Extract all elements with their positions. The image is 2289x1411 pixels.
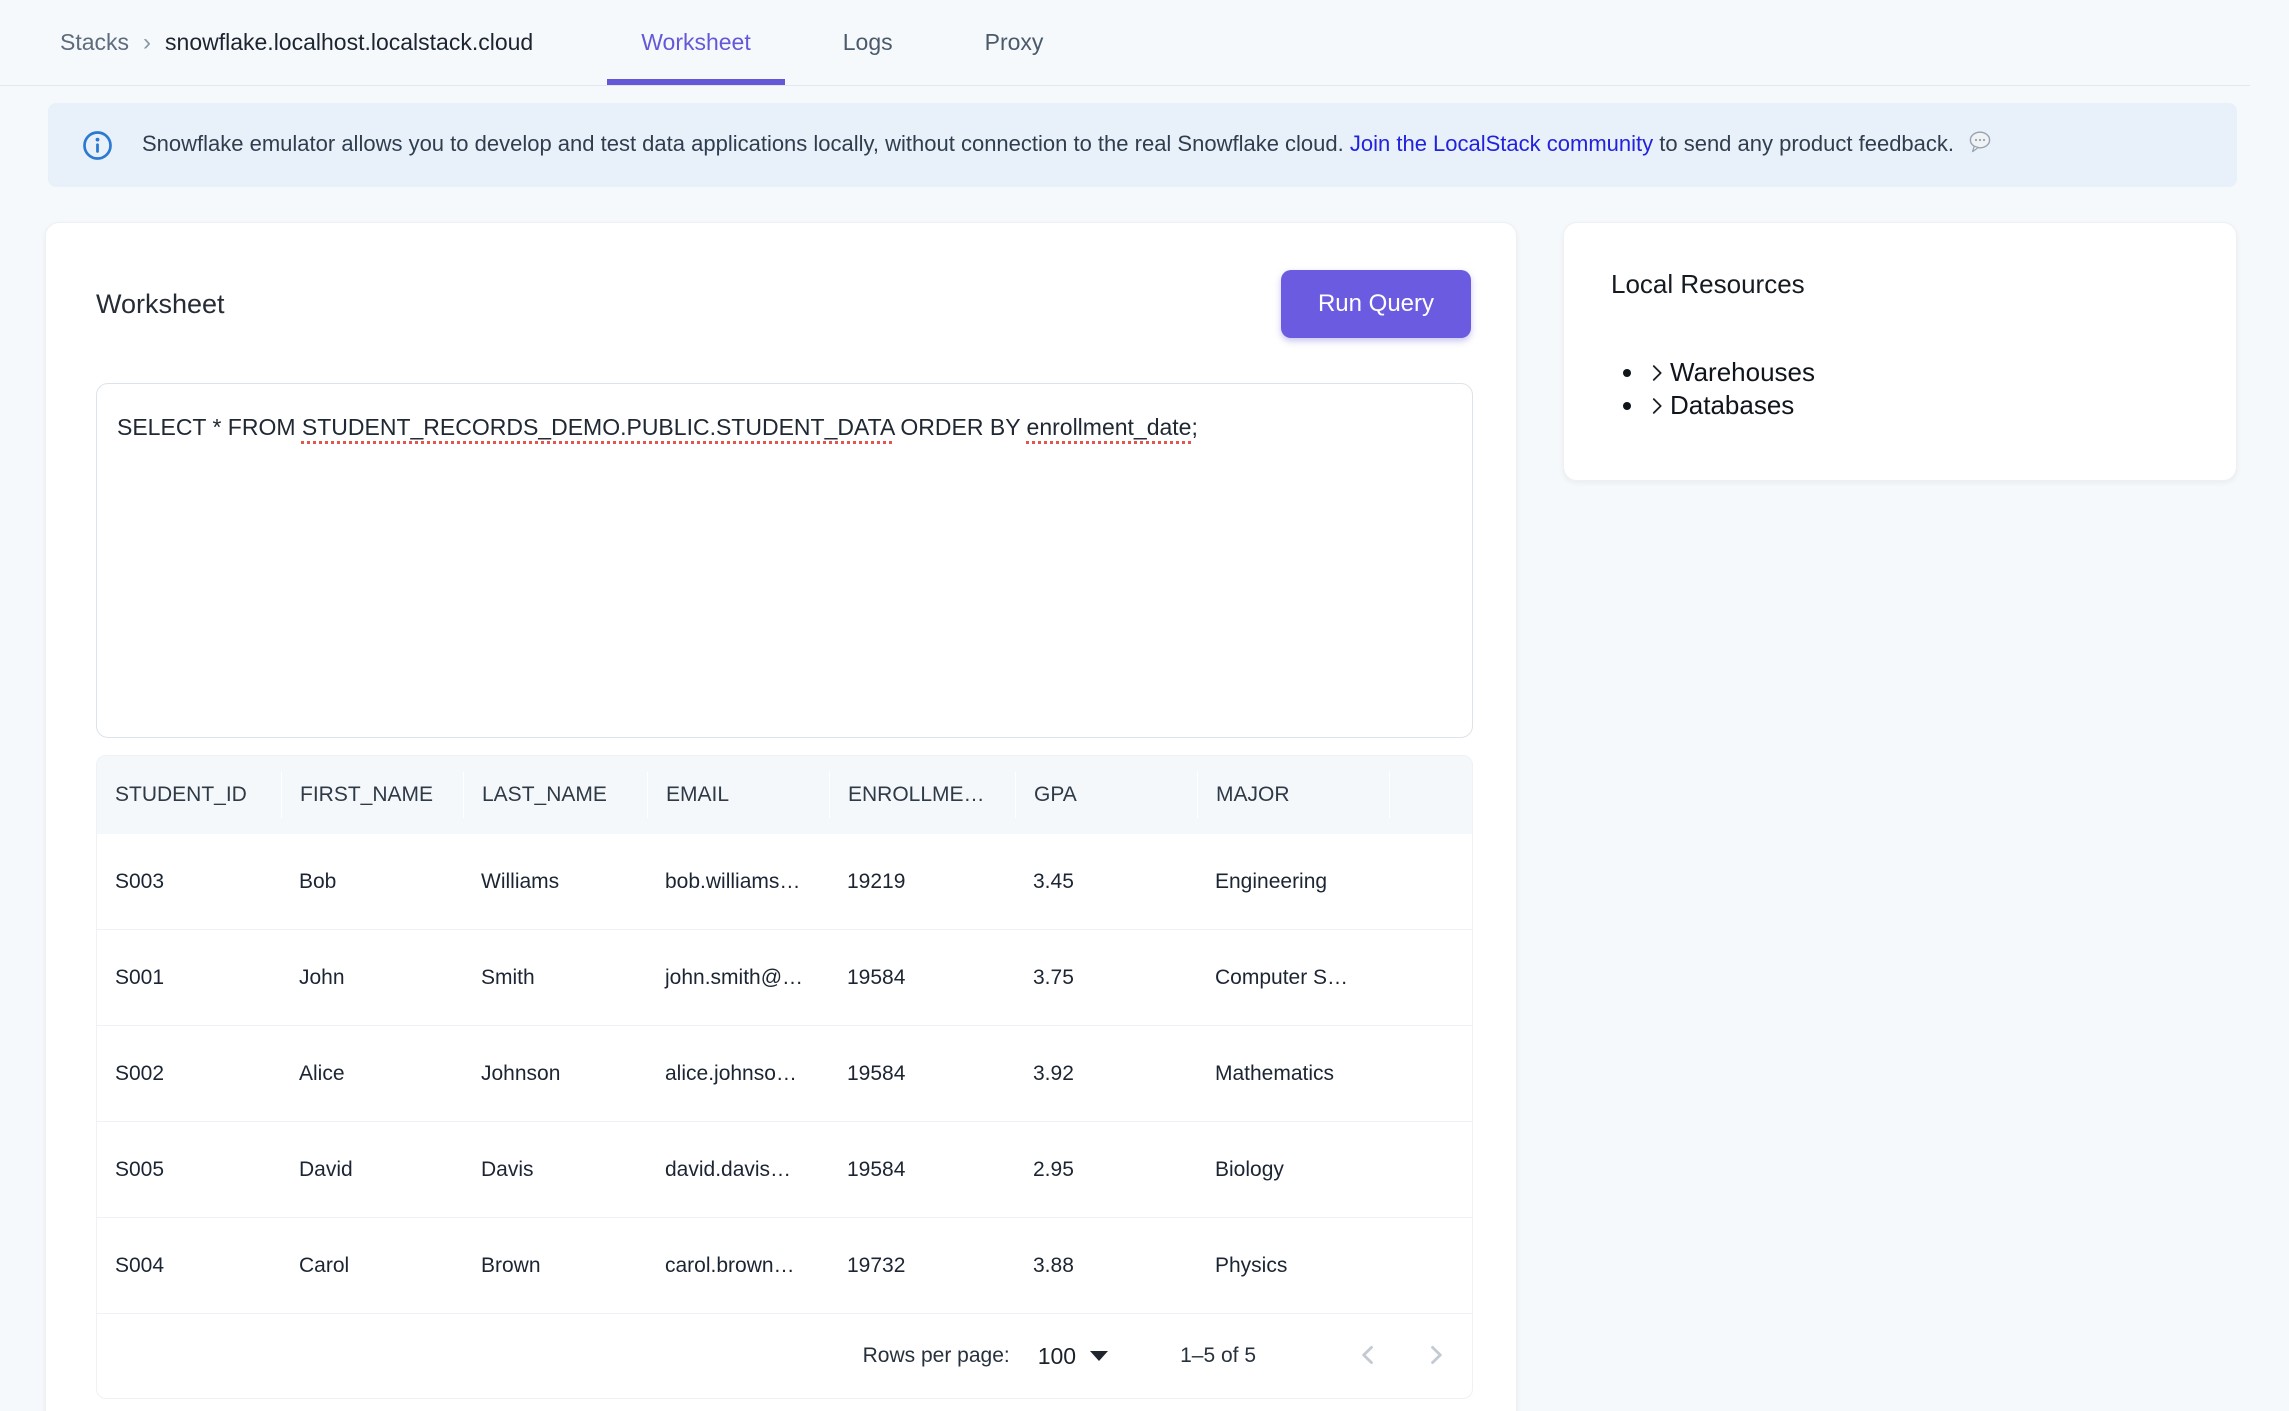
table-cell: Physics	[1197, 1254, 1389, 1278]
table-cell: 19584	[829, 1062, 1015, 1086]
table-cell: Williams	[463, 870, 647, 894]
table-cell: S002	[97, 1062, 281, 1086]
table-cell: 2.95	[1015, 1158, 1197, 1182]
chevron-right-icon	[1646, 395, 1668, 417]
table-cell: S005	[97, 1158, 281, 1182]
sql-segment: SELECT * FROM	[117, 414, 302, 440]
resource-item-label: Databases	[1670, 389, 1794, 422]
speech-bubble-icon	[1968, 131, 1992, 160]
table-row: S001JohnSmithjohn.smith@…195843.75Comput…	[97, 930, 1472, 1026]
local-resources-title: Local Resources	[1611, 269, 2206, 300]
next-page-button[interactable]	[1414, 1334, 1458, 1378]
table-cell: Brown	[463, 1254, 647, 1278]
local-resources-list: WarehousesDatabases	[1611, 356, 2206, 422]
table-cell: carol.brown…	[647, 1254, 829, 1278]
column-header-major: MAJOR	[1197, 772, 1389, 818]
table-cell: Engineering	[1197, 870, 1389, 894]
banner-text-after: to send any product feedback.	[1653, 131, 1954, 156]
table-cell: Biology	[1197, 1158, 1389, 1182]
table-body: S003BobWilliamsbob.williams…192193.45Eng…	[97, 834, 1472, 1314]
tab-bar: Worksheet Logs Proxy	[607, 0, 1077, 85]
table-cell: Smith	[463, 966, 647, 990]
column-header-spacer	[1389, 772, 1473, 818]
table-cell: S004	[97, 1254, 281, 1278]
community-link[interactable]: Join the LocalStack community	[1350, 131, 1653, 156]
top-navigation-bar: Stacks › snowflake.localhost.localstack.…	[0, 0, 2250, 86]
breadcrumb: Stacks › snowflake.localhost.localstack.…	[60, 0, 533, 85]
sql-query-text: SELECT * FROM STUDENT_RECORDS_DEMO.PUBLI…	[117, 410, 1452, 444]
sql-segment: ;	[1191, 414, 1197, 440]
table-cell: bob.williams…	[647, 870, 829, 894]
chevron-right-icon	[1646, 362, 1668, 384]
tab-worksheet[interactable]: Worksheet	[607, 0, 785, 85]
table-cell: 19219	[829, 870, 1015, 894]
worksheet-header: Worksheet Run Query	[96, 267, 1471, 341]
table-cell: John	[281, 966, 463, 990]
info-banner: Snowflake emulator allows you to develop…	[48, 103, 2237, 187]
table-cell: Alice	[281, 1062, 463, 1086]
sql-identifier: enrollment_date	[1027, 414, 1192, 440]
pagination-range-label: 1–5 of 5	[1180, 1344, 1256, 1368]
table-cell: 3.92	[1015, 1062, 1197, 1086]
table-cell: Computer S…	[1197, 966, 1389, 990]
table-header-row: STUDENT_IDFIRST_NAMELAST_NAMEEMAILENROLL…	[97, 756, 1472, 834]
table-row: S005DavidDavisdavid.davis…195842.95Biolo…	[97, 1122, 1472, 1218]
worksheet-title: Worksheet	[96, 289, 225, 320]
resource-item-databases[interactable]: Databases	[1611, 389, 2206, 422]
column-header-enrollme: ENROLLME…	[829, 772, 1015, 818]
table-cell: 3.75	[1015, 966, 1197, 990]
worksheet-panel: Worksheet Run Query SELECT * FROM STUDEN…	[45, 222, 1517, 1411]
tab-proxy[interactable]: Proxy	[951, 0, 1078, 85]
info-icon	[82, 130, 113, 161]
table-cell: David	[281, 1158, 463, 1182]
column-header-email: EMAIL	[647, 772, 829, 818]
sql-segment: ORDER BY	[894, 414, 1027, 440]
breadcrumb-stacks-link[interactable]: Stacks	[60, 29, 129, 56]
table-cell: Carol	[281, 1254, 463, 1278]
table-cell: 19584	[829, 966, 1015, 990]
table-cell: john.smith@…	[647, 966, 829, 990]
sql-identifier: STUDENT_RECORDS_DEMO.PUBLIC.STUDENT_DATA	[302, 414, 894, 440]
table-cell: 3.88	[1015, 1254, 1197, 1278]
rows-per-page-label: Rows per page:	[863, 1344, 1010, 1368]
column-header-studentid: STUDENT_ID	[97, 772, 281, 818]
chevron-right-icon	[1422, 1341, 1450, 1372]
dropdown-caret-icon	[1090, 1351, 1108, 1361]
table-row: S003BobWilliamsbob.williams…192193.45Eng…	[97, 834, 1472, 930]
sql-editor[interactable]: SELECT * FROM STUDENT_RECORDS_DEMO.PUBLI…	[96, 383, 1473, 738]
column-header-gpa: GPA	[1015, 772, 1197, 818]
table-cell: Davis	[463, 1158, 647, 1182]
banner-text-before: Snowflake emulator allows you to develop…	[142, 131, 1350, 156]
results-table: STUDENT_IDFIRST_NAMELAST_NAMEEMAILENROLL…	[96, 755, 1473, 1399]
main-content: Worksheet Run Query SELECT * FROM STUDEN…	[45, 222, 2289, 1411]
chevron-left-icon	[1354, 1341, 1382, 1372]
table-cell: S001	[97, 966, 281, 990]
breadcrumb-current-stack: snowflake.localhost.localstack.cloud	[165, 29, 533, 56]
table-pagination: Rows per page: 100 1–5 of 5	[97, 1314, 1472, 1398]
column-header-lastname: LAST_NAME	[463, 772, 647, 818]
run-query-button[interactable]: Run Query	[1281, 270, 1471, 338]
local-resources-panel: Local Resources WarehousesDatabases	[1563, 222, 2237, 481]
resource-item-warehouses[interactable]: Warehouses	[1611, 356, 2206, 389]
table-cell: Johnson	[463, 1062, 647, 1086]
column-header-firstname: FIRST_NAME	[281, 772, 463, 818]
table-cell: david.davis…	[647, 1158, 829, 1182]
table-cell: 19732	[829, 1254, 1015, 1278]
rows-per-page-value: 100	[1038, 1343, 1076, 1370]
rows-per-page-select[interactable]: 100	[1038, 1343, 1108, 1370]
table-row: S002AliceJohnsonalice.johnso…195843.92Ma…	[97, 1026, 1472, 1122]
banner-text: Snowflake emulator allows you to develop…	[142, 131, 1992, 160]
previous-page-button[interactable]	[1346, 1334, 1390, 1378]
table-cell: alice.johnso…	[647, 1062, 829, 1086]
breadcrumb-separator-icon: ›	[143, 29, 151, 57]
table-cell: Bob	[281, 870, 463, 894]
tab-logs[interactable]: Logs	[809, 0, 927, 85]
table-cell: Mathematics	[1197, 1062, 1389, 1086]
resource-item-label: Warehouses	[1670, 356, 1815, 389]
table-cell: 19584	[829, 1158, 1015, 1182]
table-row: S004CarolBrowncarol.brown…197323.88Physi…	[97, 1218, 1472, 1314]
table-cell: S003	[97, 870, 281, 894]
table-cell: 3.45	[1015, 870, 1197, 894]
